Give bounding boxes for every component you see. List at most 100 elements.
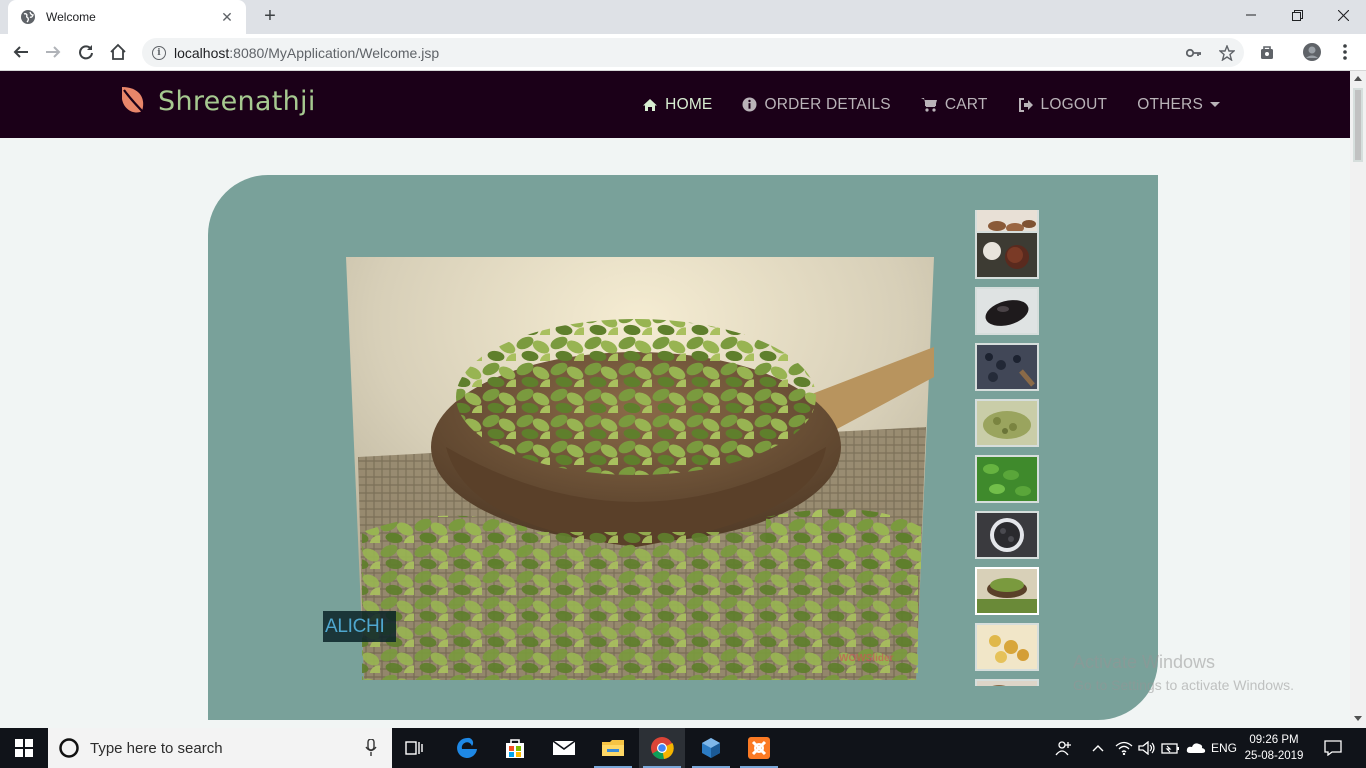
reload-button[interactable]	[73, 39, 99, 65]
restore-icon	[1291, 9, 1303, 21]
back-button[interactable]	[8, 39, 34, 65]
thumbnail-green-cardamom-pods[interactable]	[975, 455, 1039, 503]
taskbar-file-explorer[interactable]	[590, 728, 636, 768]
nav-home[interactable]: HOME	[642, 96, 712, 114]
store-bag-icon	[506, 739, 524, 758]
logout-icon	[1018, 97, 1033, 112]
taskbar-virtualbox[interactable]	[688, 728, 734, 768]
restore-button[interactable]	[1274, 0, 1320, 30]
show-hidden-icons-button[interactable]	[1088, 728, 1108, 768]
leaf-logo-icon	[122, 87, 147, 116]
wifi-status[interactable]	[1112, 728, 1136, 768]
cortana-circle-icon	[59, 738, 79, 758]
scrollbar-thumb[interactable]	[1353, 88, 1363, 162]
nav-order-details[interactable]: ORDER DETAILS	[742, 96, 891, 114]
start-button[interactable]	[0, 728, 48, 768]
system-clock[interactable]: 09:26 PM 25-08-2019	[1242, 732, 1306, 764]
minimize-button[interactable]	[1228, 0, 1274, 30]
brand[interactable]: Shreenathji	[118, 85, 316, 117]
thumbnail-walnuts[interactable]	[975, 679, 1039, 686]
thumbnail-cardamom-bowl[interactable]	[975, 567, 1039, 615]
edge-icon	[457, 737, 477, 758]
key-icon[interactable]	[1182, 38, 1206, 67]
clock-time: 09:26 PM	[1249, 734, 1299, 746]
main-slide-image[interactable]	[346, 257, 934, 680]
thumbnail-strip	[974, 210, 1040, 686]
taskbar-search-box[interactable]: Type here to search	[48, 728, 392, 768]
scroll-down-arrow-icon[interactable]	[1354, 716, 1362, 721]
image-slider: ALICHI WOWSlider	[208, 175, 1158, 720]
main-menu: HOME ORDER DETAILS CART LOGOUT OTHERS	[612, 71, 1220, 138]
reload-icon	[79, 45, 93, 60]
browser-tab[interactable]: Welcome ✕	[8, 0, 246, 34]
thumbnail-dates[interactable]	[975, 287, 1039, 335]
task-view-icon	[405, 741, 423, 755]
thumbnail-golden-raisins[interactable]	[975, 623, 1039, 671]
home-button[interactable]	[105, 39, 131, 65]
thumbnail-cloves[interactable]	[975, 231, 1039, 279]
chevron-up-icon	[1092, 745, 1104, 752]
activate-windows-notice: Activate Windows Go to Settings to activ…	[1073, 652, 1294, 693]
nav-others-dropdown[interactable]: OTHERS	[1137, 96, 1220, 114]
microphone-icon[interactable]	[365, 739, 377, 757]
tab-title: Welcome	[46, 10, 96, 24]
taskbar-edge[interactable]	[444, 728, 490, 768]
action-center-button[interactable]	[1316, 728, 1350, 768]
people-button[interactable]	[1050, 728, 1078, 768]
forward-button[interactable]	[40, 39, 66, 65]
wifi-icon	[1115, 741, 1133, 755]
clock-date: 25-08-2019	[1244, 750, 1304, 762]
nav-cart[interactable]: CART	[920, 96, 988, 114]
notification-icon	[1324, 740, 1342, 756]
input-language[interactable]: ENG	[1208, 728, 1240, 768]
windows-taskbar: Type here to search ENG 09:26 PM 25-08-2…	[0, 728, 1366, 768]
url-text[interactable]: localhost:8080/MyApplication/Welcome.jsp	[174, 45, 439, 61]
thumbnail-black-currants[interactable]	[975, 511, 1039, 559]
address-bar[interactable]: i localhost:8080/MyApplication/Welcome.j…	[142, 38, 1244, 67]
people-icon	[1055, 741, 1071, 756]
battery-plug-icon	[1161, 743, 1179, 754]
shopping-cart-icon	[920, 98, 937, 112]
site-navbar: Shreenathji HOME ORDER DETAILS CART LOGO…	[0, 71, 1350, 138]
taskbar-chrome[interactable]	[639, 728, 685, 768]
extension-button[interactable]	[1254, 39, 1280, 65]
taskbar-store[interactable]	[492, 728, 538, 768]
browser-toolbar: i localhost:8080/MyApplication/Welcome.j…	[0, 34, 1366, 71]
caret-down-icon	[1210, 101, 1220, 107]
page-scrollbar[interactable]	[1350, 71, 1366, 728]
close-icon	[1337, 9, 1349, 21]
thumbnail-green-raisins[interactable]	[975, 399, 1039, 447]
bookmark-star-icon[interactable]	[1215, 38, 1239, 67]
more-vertical-icon	[1343, 44, 1347, 60]
chrome-icon	[651, 737, 674, 760]
extension-bag-icon	[1261, 46, 1273, 59]
avatar	[1303, 43, 1321, 61]
brand-name: Shreenathji	[158, 85, 316, 117]
home-outline-icon	[110, 43, 126, 60]
mail-icon	[552, 740, 576, 755]
scroll-up-arrow-icon[interactable]	[1354, 76, 1362, 81]
new-tab-button[interactable]: +	[258, 5, 282, 29]
volume-control[interactable]	[1136, 728, 1158, 768]
cloud-icon	[1186, 743, 1206, 753]
minimize-icon	[1246, 14, 1256, 16]
globe-icon	[21, 10, 35, 24]
home-icon	[643, 98, 658, 111]
thumbnail-black-raisins[interactable]	[975, 343, 1039, 391]
close-window-button[interactable]	[1320, 0, 1366, 30]
onedrive-status[interactable]	[1183, 728, 1209, 768]
arrow-right-icon	[46, 46, 61, 58]
xampp-icon	[748, 737, 770, 759]
browser-menu-button[interactable]	[1332, 39, 1358, 65]
site-info-icon[interactable]: i	[152, 45, 166, 60]
taskbar-xampp[interactable]	[736, 728, 782, 768]
nav-logout[interactable]: LOGOUT	[1018, 96, 1108, 114]
taskbar-mail[interactable]	[541, 728, 587, 768]
close-tab-icon[interactable]: ✕	[218, 9, 236, 26]
speaker-icon	[1138, 741, 1155, 755]
task-view-button[interactable]	[392, 728, 438, 768]
info-circle-icon	[742, 97, 757, 112]
cube-icon	[702, 738, 720, 758]
battery-status[interactable]	[1159, 728, 1183, 768]
profile-button[interactable]	[1299, 39, 1325, 65]
